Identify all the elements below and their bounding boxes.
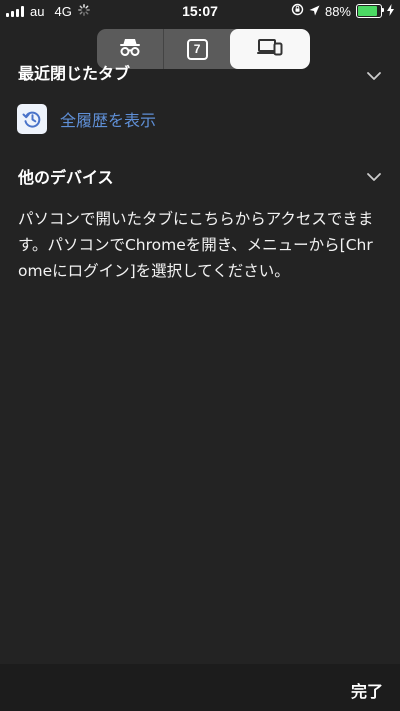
- battery-icon: [356, 4, 384, 18]
- location-arrow-icon: [309, 4, 320, 19]
- other-devices-segment[interactable]: [229, 29, 310, 69]
- other-devices-description: パソコンで開いたタブにこちらからアクセスできます。パソコンでChromeを開き、…: [18, 210, 374, 280]
- full-history-link[interactable]: 全履歴を表示: [17, 104, 156, 134]
- bottom-toolbar: 完了: [0, 664, 400, 711]
- other-devices-title[interactable]: 他のデバイス: [18, 164, 114, 188]
- history-icon: [17, 104, 47, 134]
- tab-count-label: 7: [193, 42, 201, 56]
- chevron-down-icon[interactable]: [366, 66, 382, 85]
- recently-closed-header[interactable]: 最近閉じたタブ: [18, 60, 130, 84]
- devices-icon: [256, 37, 284, 61]
- open-tabs-segment[interactable]: 7: [163, 29, 229, 69]
- battery-percent-label: 88%: [324, 3, 351, 19]
- full-history-label: 全履歴を表示: [60, 111, 157, 130]
- status-bar-right: 88%: [291, 3, 394, 19]
- incognito-icon: [117, 37, 143, 61]
- orientation-lock-icon: [291, 3, 304, 19]
- charging-bolt-icon: [387, 3, 394, 19]
- chevron-down-icon[interactable]: [366, 167, 382, 186]
- screen: au 4G 15:07 88% 7 最近閉じたタブ 全履歴を表示 他のデバイス …: [0, 0, 400, 711]
- tab-count-icon: 7: [186, 38, 208, 60]
- battery-level-fill: [358, 6, 378, 16]
- done-button[interactable]: 完了: [351, 678, 383, 702]
- status-bar: au 4G 15:07 88%: [0, 0, 400, 24]
